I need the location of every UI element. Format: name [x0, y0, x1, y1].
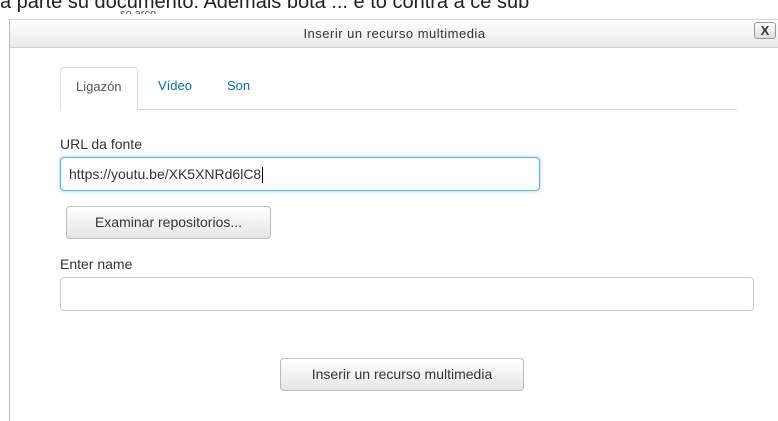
- tab-audio[interactable]: Son: [212, 67, 265, 109]
- background-text: a parte su documento. Ademais bota ... e…: [0, 0, 530, 13]
- tab-video[interactable]: Vídeo: [143, 67, 207, 109]
- background-small-text: so arco: [120, 8, 157, 14]
- tab-link-label: Ligazón: [76, 79, 122, 94]
- close-icon: X: [760, 23, 770, 38]
- name-label: Enter name: [60, 256, 133, 272]
- source-url-input[interactable]: https://youtu.be/XK5XNRd6lC8: [60, 157, 540, 191]
- source-url-value: https://youtu.be/XK5XNRd6lC8: [69, 166, 262, 182]
- background-page-text: a parte su documento. Ademais bota ... e…: [0, 0, 778, 14]
- name-input[interactable]: [60, 277, 754, 311]
- dialog-titlebar: Inserir un recurso multimedia X: [10, 19, 778, 48]
- dialog-title: Inserir un recurso multimedia: [303, 26, 486, 41]
- text-caret: [262, 167, 264, 184]
- tab-audio-label: Son: [227, 78, 251, 93]
- insert-media-label: Inserir un recurso multimedia: [311, 366, 493, 382]
- media-tabs: Ligazón Vídeo Son: [60, 67, 737, 110]
- browse-repositories-button[interactable]: Examinar repositorios...: [66, 206, 271, 239]
- browse-repositories-label: Examinar repositorios...: [94, 214, 243, 230]
- source-url-label: URL da fonte: [60, 136, 142, 152]
- insert-media-dialog: Inserir un recurso multimedia X Ligazón …: [9, 19, 778, 421]
- close-button[interactable]: X: [754, 22, 776, 39]
- insert-media-button[interactable]: Inserir un recurso multimedia: [280, 358, 524, 391]
- tab-link[interactable]: Ligazón: [60, 67, 138, 110]
- tab-video-label: Vídeo: [158, 78, 192, 93]
